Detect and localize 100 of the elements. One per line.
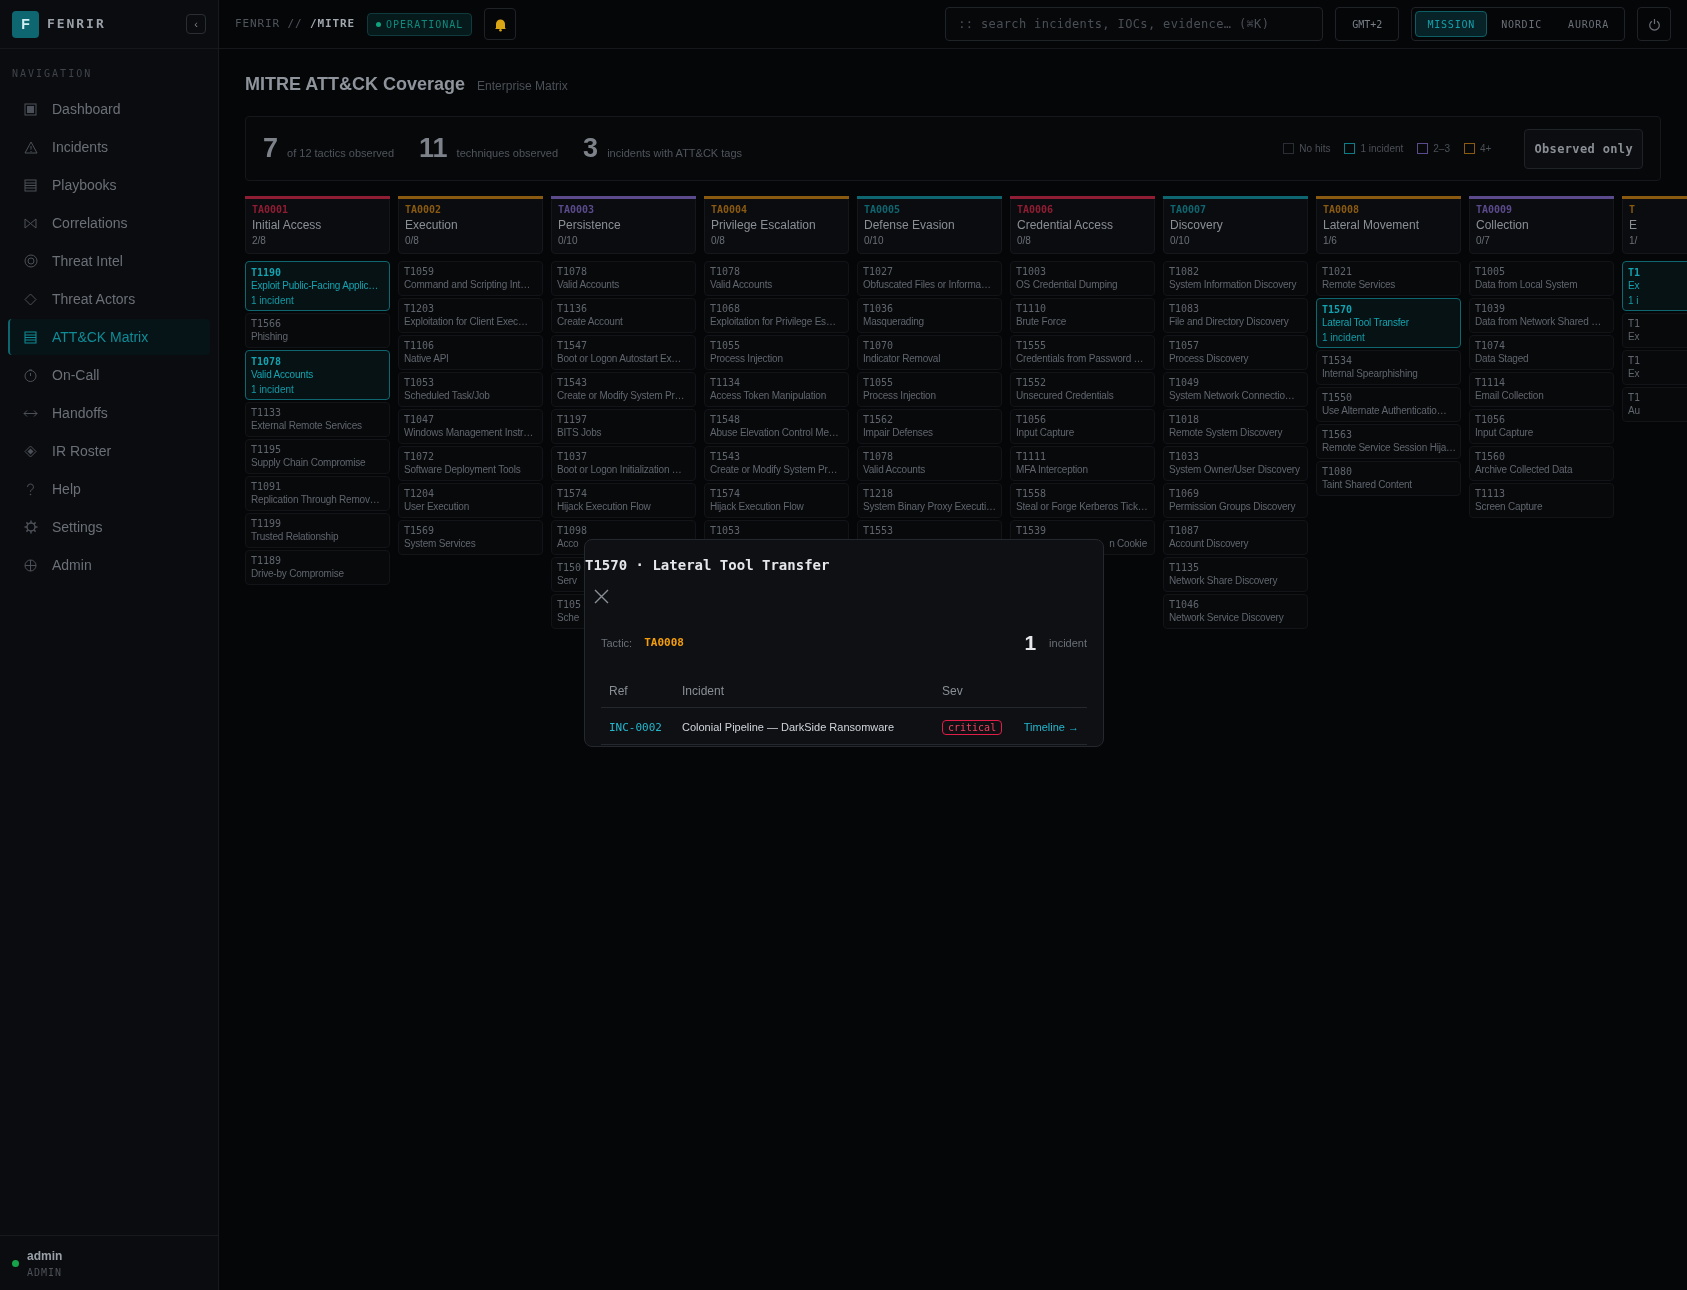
technique-card[interactable]: T1560 Archive Collected Data (1469, 446, 1614, 481)
technique-card[interactable]: T1566 Phishing (245, 313, 390, 348)
technique-card[interactable]: T1106 Native API (398, 335, 543, 370)
technique-card[interactable]: T1055 Process Injection (704, 335, 849, 370)
incident-link[interactable]: INC-0002 (609, 720, 662, 734)
technique-card[interactable]: T1204 User Execution (398, 483, 543, 518)
search-field[interactable]: :: search incidents, IOCs, evidence… (⌘K) (945, 7, 1324, 41)
technique-card[interactable]: T1552 Unsecured Credentials (1010, 372, 1155, 407)
technique-card[interactable]: T1195 Supply Chain Compromise (245, 439, 390, 474)
technique-card[interactable]: T1082 System Information Discovery (1163, 261, 1308, 296)
nav-item[interactable]: Settings (8, 509, 210, 545)
tactic-id: TA0007 (1170, 203, 1208, 217)
technique-card[interactable]: T1055 Process Injection (857, 372, 1002, 407)
technique-card[interactable]: T1111 MFA Interception (1010, 446, 1155, 481)
technique-card[interactable]: T1057 Process Discovery (1163, 335, 1308, 370)
technique-card[interactable]: T1562 Impair Defenses (857, 409, 1002, 444)
technique-card[interactable]: T1047 Windows Management Instr… (398, 409, 543, 444)
technique-card[interactable]: T1039 Data from Network Shared … (1469, 298, 1614, 333)
dialog-title: T1570 · Lateral Tool Transfer (585, 557, 830, 573)
technique-card[interactable]: T1543 Create or Modify System Pr… (704, 446, 849, 481)
technique-card[interactable]: T1134 Access Token Manipulation (704, 372, 849, 407)
technique-card[interactable]: T1570 Lateral Tool Transfer 1 incident (1316, 298, 1461, 348)
collapse-button[interactable]: ‹ (186, 14, 206, 34)
nav-item[interactable]: Threat Intel (8, 243, 210, 279)
power-button[interactable] (1637, 7, 1671, 41)
theme-tab[interactable]: NORDIC (1489, 11, 1555, 37)
technique-card[interactable]: T1547 Boot or Logon Autostart Ex… (551, 335, 696, 370)
technique-card[interactable]: T1049 System Network Connectio… (1163, 372, 1308, 407)
nav-item[interactable]: IR Roster (8, 433, 210, 469)
nav-item[interactable]: Playbooks (8, 167, 210, 203)
timezone-button[interactable]: GMT+2 (1335, 7, 1400, 41)
technique-card[interactable]: T1135 Network Share Discovery (1163, 557, 1308, 592)
technique-card[interactable]: T1083 File and Directory Discovery (1163, 298, 1308, 333)
technique-card[interactable]: T1548 Abuse Elevation Control Me… (704, 409, 849, 444)
technique-card[interactable]: T1080 Taint Shared Content (1316, 461, 1461, 496)
technique-card[interactable]: T1555 Credentials from Password … (1010, 335, 1155, 370)
technique-card[interactable]: T1078 Valid Accounts 1 incident (245, 350, 390, 400)
technique-card[interactable]: T1574 Hijack Execution Flow (551, 483, 696, 518)
nav-item[interactable]: Help (8, 471, 210, 507)
technique-card[interactable]: T1036 Masquerading (857, 298, 1002, 333)
nav-item[interactable]: Handoffs (8, 395, 210, 431)
technique-card[interactable]: T1003 OS Credential Dumping (1010, 261, 1155, 296)
technique-card[interactable]: T1 Ex 1 i (1622, 261, 1687, 311)
technique-card[interactable]: T1068 Exploitation for Privilege Es… (704, 298, 849, 333)
warning-icon (23, 139, 38, 155)
technique-card[interactable]: T1056 Input Capture (1010, 409, 1155, 444)
technique-card[interactable]: T1190 Exploit Public-Facing Applic… 1 incident (245, 261, 390, 311)
technique-card[interactable]: T1569 System Services (398, 520, 543, 555)
nav-item[interactable]: On-Call (8, 357, 210, 393)
nav-item[interactable]: Incidents (8, 129, 210, 165)
timeline-link[interactable]: Timeline → (1023, 720, 1079, 733)
technique-card[interactable]: T1059 Command and Scripting Int… (398, 261, 543, 296)
technique-card[interactable]: T1069 Permission Groups Discovery (1163, 483, 1308, 518)
technique-card[interactable]: T1 Au (1622, 387, 1687, 422)
technique-card[interactable]: T1110 Brute Force (1010, 298, 1155, 333)
filter-button[interactable]: Observed only (1524, 128, 1643, 169)
technique-card[interactable]: T1534 Internal Spearphishing (1316, 350, 1461, 385)
nav-item[interactable]: Correlations (8, 205, 210, 241)
theme-tab[interactable]: AURORA (1556, 11, 1621, 37)
technique-card[interactable]: T1018 Remote System Discovery (1163, 409, 1308, 444)
technique-card[interactable]: T1053 Scheduled Task/Job (398, 372, 543, 407)
technique-card[interactable]: T1550 Use Alternate Authenticatio… (1316, 387, 1461, 422)
technique-card[interactable]: T1078 Valid Accounts (704, 261, 849, 296)
technique-card[interactable]: T1133 External Remote Services (245, 402, 390, 437)
notifications-button[interactable] (484, 8, 517, 40)
nav-item[interactable]: Threat Actors (8, 281, 210, 317)
close-button[interactable] (592, 587, 610, 605)
technique-card[interactable]: T1218 System Binary Proxy Executi… (857, 483, 1002, 518)
technique-card[interactable]: T1574 Hijack Execution Flow (704, 483, 849, 518)
nav-item[interactable]: Dashboard (8, 91, 210, 127)
technique-card[interactable]: T1078 Valid Accounts (551, 261, 696, 296)
nav-item[interactable]: ATT&CK Matrix (8, 319, 210, 355)
technique-card[interactable]: T1197 BITS Jobs (551, 409, 696, 444)
technique-card[interactable]: T1543 Create or Modify System Pr… (551, 372, 696, 407)
tactic-id: TA0005 (864, 203, 902, 217)
technique-card[interactable]: T1199 Trusted Relationship (245, 513, 390, 548)
technique-card[interactable]: T1072 Software Deployment Tools (398, 446, 543, 481)
technique-card[interactable]: T1558 Steal or Forge Kerberos Tick… (1010, 483, 1155, 518)
technique-card[interactable]: T1 Ex (1622, 313, 1687, 348)
technique-card[interactable]: T1021 Remote Services (1316, 261, 1461, 296)
technique-card[interactable]: T1563 Remote Service Session Hija… (1316, 424, 1461, 459)
theme-tab[interactable]: MISSION (1415, 11, 1488, 37)
technique-card[interactable]: T1037 Boot or Logon Initialization … (551, 446, 696, 481)
technique-card[interactable]: T1203 Exploitation for Client Exec… (398, 298, 543, 333)
technique-card[interactable]: T1027 Obfuscated Files or Informa… (857, 261, 1002, 296)
technique-card[interactable]: T1005 Data from Local System (1469, 261, 1614, 296)
technique-card[interactable]: T1 Ex (1622, 350, 1687, 385)
technique-card[interactable]: T1046 Network Service Discovery (1163, 594, 1308, 629)
technique-card[interactable]: T1091 Replication Through Remov… (245, 476, 390, 511)
technique-card[interactable]: T1074 Data Staged (1469, 335, 1614, 370)
technique-card[interactable]: T1033 System Owner/User Discovery (1163, 446, 1308, 481)
nav-item[interactable]: Admin (8, 547, 210, 583)
technique-card[interactable]: T1113 Screen Capture (1469, 483, 1614, 518)
technique-card[interactable]: T1114 Email Collection (1469, 372, 1614, 407)
technique-card[interactable]: T1056 Input Capture (1469, 409, 1614, 444)
technique-card[interactable]: T1078 Valid Accounts (857, 446, 1002, 481)
technique-card[interactable]: T1087 Account Discovery (1163, 520, 1308, 555)
technique-card[interactable]: T1136 Create Account (551, 298, 696, 333)
technique-card[interactable]: T1070 Indicator Removal (857, 335, 1002, 370)
technique-card[interactable]: T1189 Drive-by Compromise (245, 550, 390, 585)
